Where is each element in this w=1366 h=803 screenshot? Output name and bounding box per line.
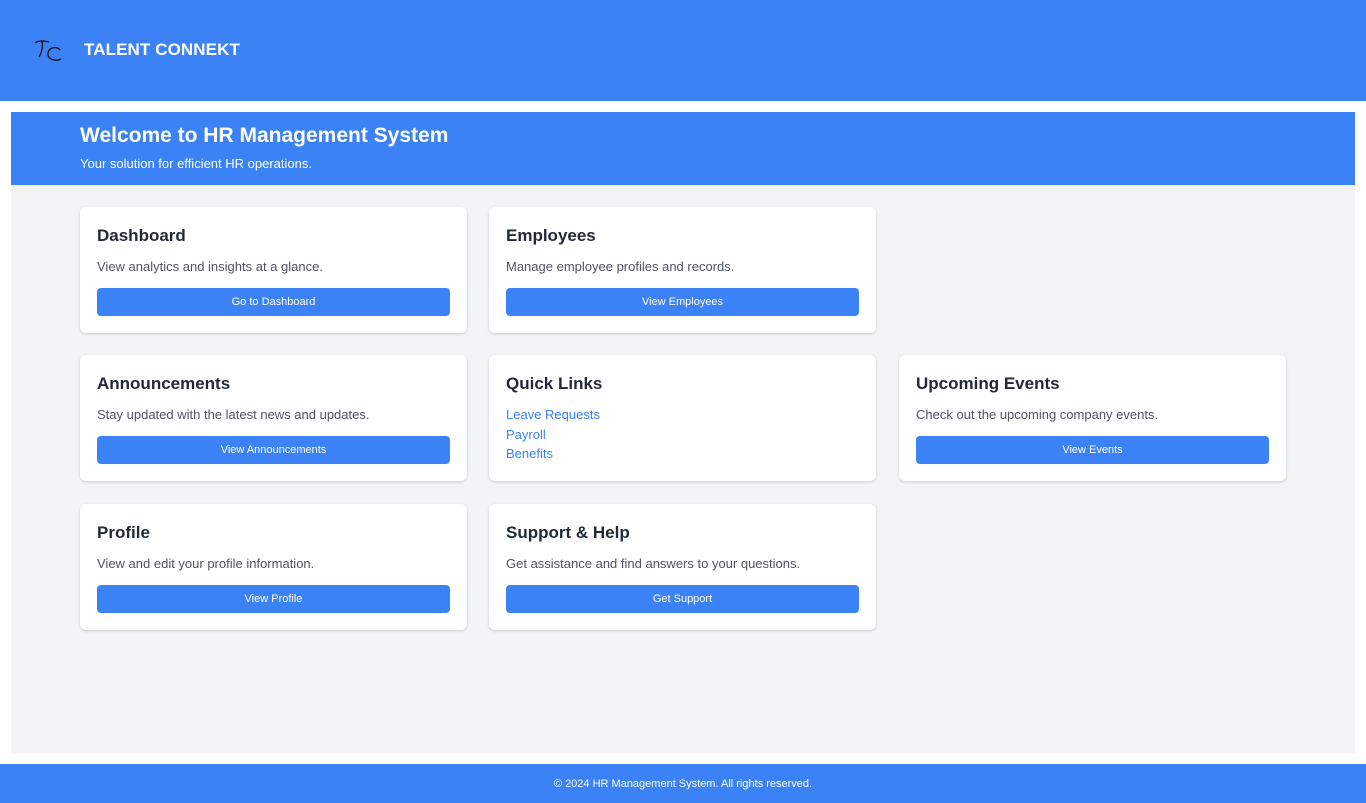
card-title: Dashboard xyxy=(97,226,186,245)
page-title: Welcome to HR Management System xyxy=(80,124,449,147)
footer: © 2024 HR Management System. All rights … xyxy=(0,764,1366,803)
view-employees-button[interactable]: View Employees xyxy=(506,288,859,316)
welcome-banner: Welcome to HR Management System Your sol… xyxy=(11,112,1355,185)
view-events-button[interactable]: View Events xyxy=(916,436,1269,464)
benefits-link[interactable]: Benefits xyxy=(506,446,600,462)
profile-card: Profile View and edit your profile infor… xyxy=(80,504,467,630)
view-profile-button[interactable]: View Profile xyxy=(97,585,450,613)
payroll-link[interactable]: Payroll xyxy=(506,427,600,443)
card-title: Profile xyxy=(97,523,150,542)
dashboard-card: Dashboard View analytics and insights at… xyxy=(80,207,467,333)
go-to-dashboard-button[interactable]: Go to Dashboard xyxy=(97,288,450,316)
card-description: Manage employee profiles and records. xyxy=(506,259,735,274)
card-title: Announcements xyxy=(97,374,231,393)
card-title: Quick Links xyxy=(506,374,603,393)
leave-requests-link[interactable]: Leave Requests xyxy=(506,407,600,423)
card-description: View analytics and insights at a glance. xyxy=(97,259,323,274)
copyright-text: © 2024 HR Management System. All rights … xyxy=(553,777,813,790)
employees-card: Employees Manage employee profiles and r… xyxy=(489,207,876,333)
main-content: Welcome to HR Management System Your sol… xyxy=(11,112,1355,753)
tc-monogram-logo[interactable] xyxy=(33,38,65,64)
view-announcements-button[interactable]: View Announcements xyxy=(97,436,450,464)
card-title: Employees xyxy=(506,226,596,245)
support-card: Support & Help Get assistance and find a… xyxy=(489,504,876,630)
announcements-card: Announcements Stay updated with the late… xyxy=(80,355,467,481)
page-subtitle: Your solution for efficient HR operation… xyxy=(80,156,312,171)
card-description: Check out the upcoming company events. xyxy=(916,407,1159,422)
card-title: Upcoming Events xyxy=(916,374,1060,393)
get-support-button[interactable]: Get Support xyxy=(506,585,859,613)
brand-name[interactable]: TALENT CONNEKT xyxy=(84,40,240,60)
quick-links-list: Leave Requests Payroll Benefits xyxy=(506,407,600,462)
quick-links-card: Quick Links Leave Requests Payroll Benef… xyxy=(489,355,876,481)
card-description: View and edit your profile information. xyxy=(97,556,315,571)
upcoming-events-card: Upcoming Events Check out the upcoming c… xyxy=(899,355,1286,481)
card-description: Stay updated with the latest news and up… xyxy=(97,407,370,422)
card-title: Support & Help xyxy=(506,523,630,542)
top-navbar: TALENT CONNEKT xyxy=(0,0,1366,101)
card-description: Get assistance and find answers to your … xyxy=(506,556,801,571)
